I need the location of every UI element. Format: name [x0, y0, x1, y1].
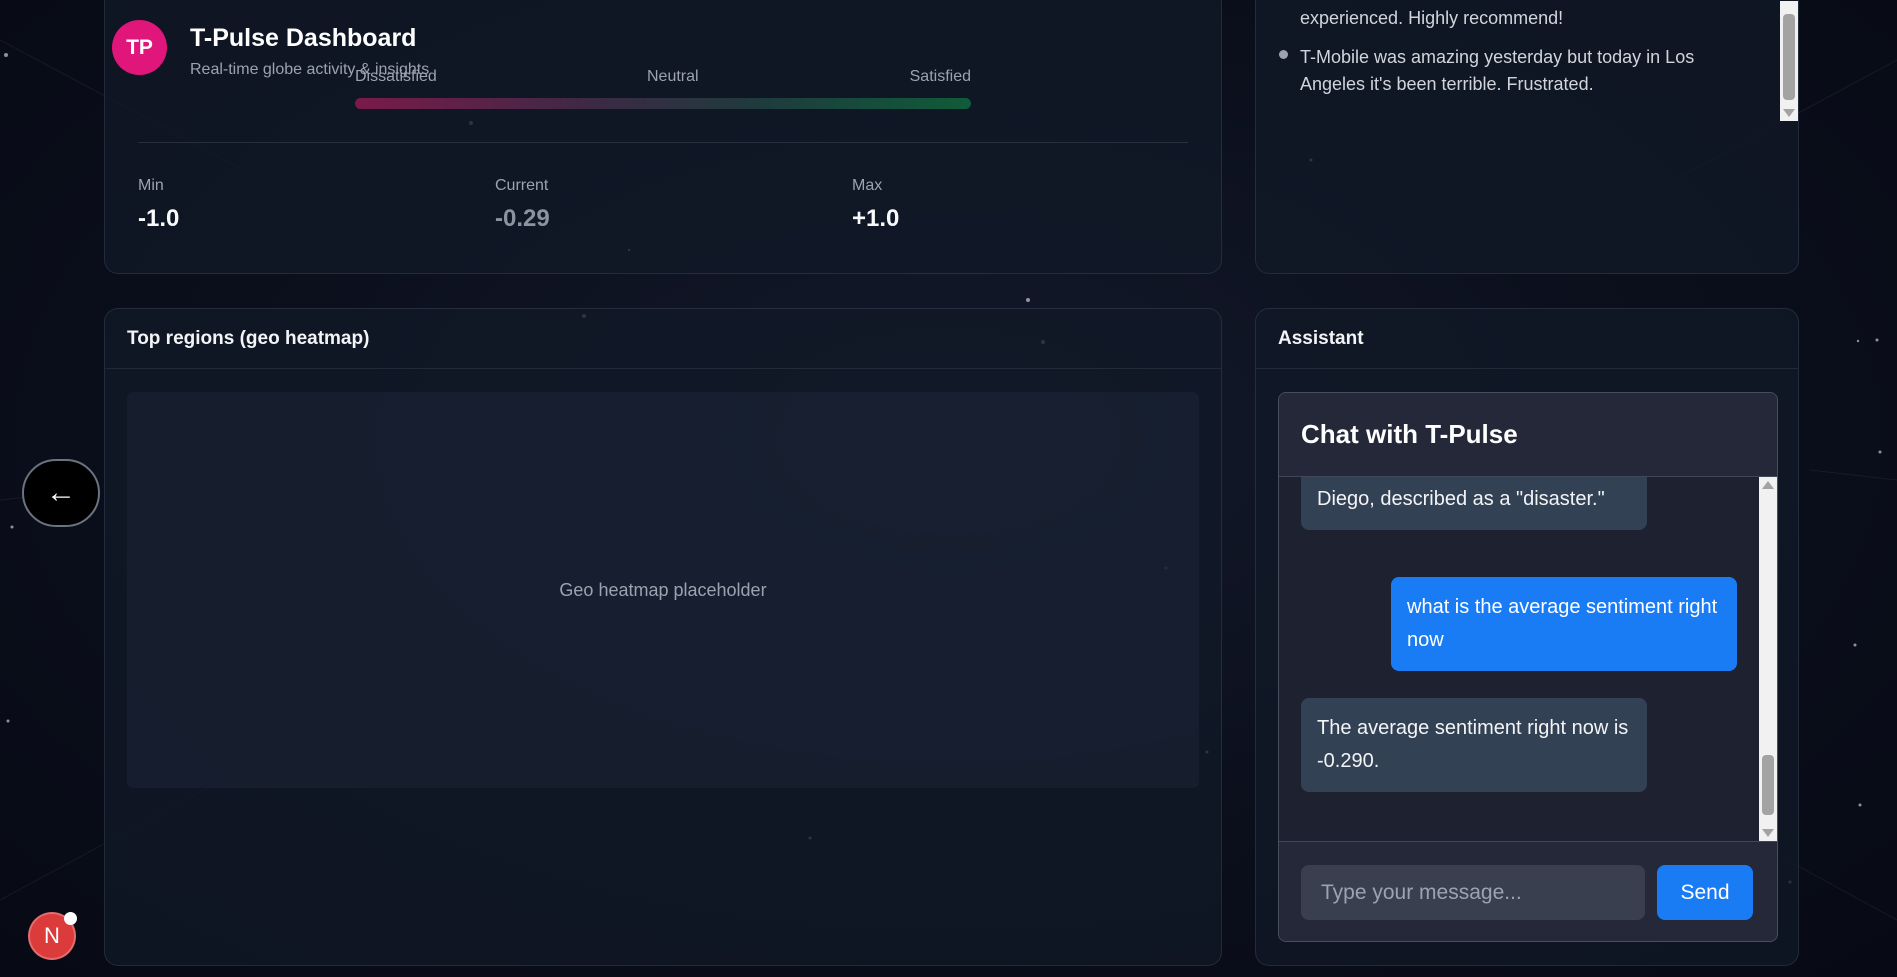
stat-min: Min -1.0	[138, 177, 179, 233]
assistant-card: Assistant Chat with T-Pulse Diego, descr…	[1255, 308, 1799, 966]
feed-card: experienced. Highly recommend! T-Mobile …	[1255, 0, 1799, 274]
chat-scrollbar[interactable]	[1759, 477, 1777, 841]
feed-item: T-Mobile was amazing yesterday but today…	[1300, 47, 1695, 94]
chat-message-user: what is the average sentiment right now	[1391, 577, 1737, 671]
chat-message-bot: Diego, described as a "disaster."	[1301, 477, 1647, 530]
send-button[interactable]: Send	[1657, 865, 1753, 920]
chat-message-bot: The average sentiment right now is -0.29…	[1301, 698, 1647, 792]
chat-messages[interactable]: Diego, described as a "disaster." what i…	[1279, 477, 1759, 841]
feed-list[interactable]: experienced. Highly recommend! T-Mobile …	[1256, 1, 1798, 121]
stat-max-value: +1.0	[852, 205, 900, 232]
scale-label-neutral: Neutral	[647, 68, 699, 85]
notification-dot-icon	[64, 912, 77, 925]
avatar[interactable]: TP	[112, 20, 167, 75]
stat-min-label: Min	[138, 177, 164, 194]
bullet-icon	[1279, 50, 1288, 59]
sentiment-scale-labels: Dissatisfied Neutral Satisfied	[355, 68, 971, 88]
scrollbar-thumb[interactable]	[1762, 755, 1774, 815]
stat-max-label: Max	[852, 177, 883, 194]
stat-current-value: -0.29	[495, 205, 550, 232]
feed-scrollbar[interactable]	[1780, 1, 1798, 121]
feed-item: experienced. Highly recommend!	[1300, 8, 1564, 28]
arrow-left-icon: ←	[46, 476, 76, 509]
n-logo-icon: N	[44, 923, 60, 948]
stat-max: Max +1.0	[852, 177, 899, 233]
scroll-down-icon[interactable]	[1783, 109, 1795, 117]
assistant-title: Assistant	[1256, 309, 1798, 369]
scale-label-satisfied: Satisfied	[909, 68, 971, 85]
geo-heatmap-placeholder: Geo heatmap placeholder	[127, 392, 1199, 788]
scroll-down-icon[interactable]	[1762, 829, 1774, 837]
chat-window: Chat with T-Pulse Diego, described as a …	[1278, 392, 1778, 942]
chat-input-row: Send	[1279, 841, 1777, 941]
scroll-up-icon[interactable]	[1762, 481, 1774, 489]
page-title: T-Pulse Dashboard	[190, 24, 417, 52]
geo-heatmap-title: Top regions (geo heatmap)	[105, 309, 1221, 369]
geo-heatmap-card: Top regions (geo heatmap) Geo heatmap pl…	[104, 308, 1222, 966]
stat-current-label: Current	[495, 177, 549, 194]
chat-title: Chat with T-Pulse	[1279, 393, 1777, 477]
scrollbar-thumb[interactable]	[1783, 14, 1795, 100]
back-button[interactable]: ←	[22, 459, 100, 527]
stat-min-value: -1.0	[138, 205, 180, 232]
page-subtitle: Real-time globe activity & insights	[190, 61, 430, 78]
app-header: TP T-Pulse Dashboard Real-time globe act…	[112, 18, 429, 79]
stat-current: Current -0.29	[495, 177, 550, 233]
geo-placeholder-text: Geo heatmap placeholder	[559, 579, 767, 600]
sentiment-gradient-bar	[355, 98, 971, 109]
chat-message-input[interactable]	[1301, 865, 1645, 920]
divider	[138, 142, 1188, 143]
